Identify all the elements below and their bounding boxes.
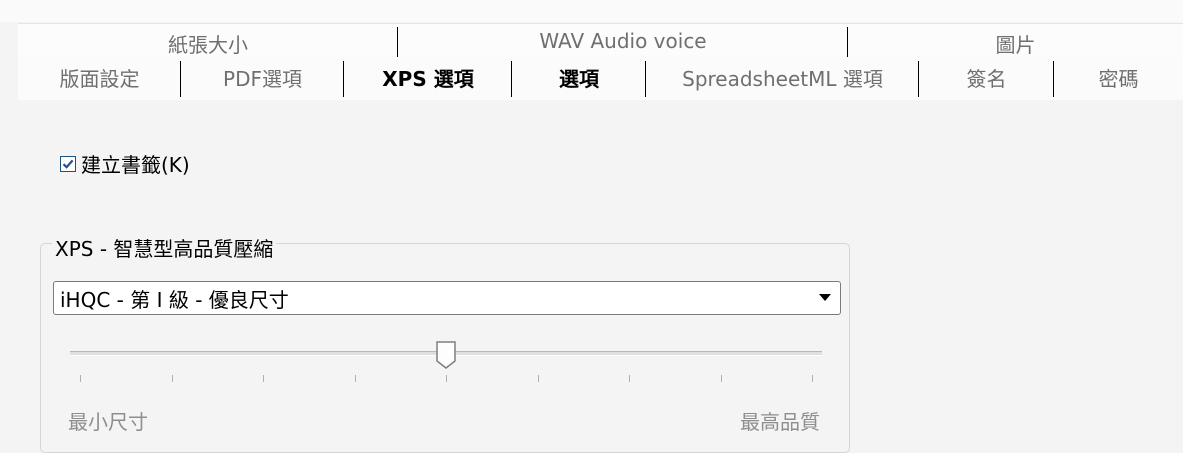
window-top-edge bbox=[0, 0, 1183, 22]
compression-slider-thumb[interactable] bbox=[435, 340, 457, 370]
tab-page-setup[interactable]: 版面設定 bbox=[18, 58, 182, 100]
checkmark-icon bbox=[62, 159, 74, 169]
slider-tick bbox=[629, 375, 630, 382]
slider-tick bbox=[720, 375, 722, 382]
tab-xps-options[interactable]: XPS 選項 bbox=[344, 58, 513, 100]
tab-images[interactable]: 圖片 bbox=[848, 23, 1183, 60]
max-quality-label: 最高品質 bbox=[740, 410, 820, 434]
slider-tick bbox=[537, 375, 539, 382]
tab-paper-size[interactable]: 紙張大小 bbox=[18, 23, 399, 60]
create-bookmarks-label: 建立書籤(K) bbox=[81, 153, 190, 177]
slider-tick bbox=[812, 375, 813, 382]
slider-tick bbox=[80, 375, 81, 382]
tab-pdf-options[interactable]: PDF選項 bbox=[181, 58, 345, 100]
tab-password[interactable]: 密碼 bbox=[1054, 58, 1183, 100]
slider-tick bbox=[446, 375, 447, 382]
slider-tick bbox=[354, 375, 356, 382]
tab-row-front: 版面設定 PDF選項 XPS 選項 選項 SpreadsheetML 選項 簽名… bbox=[18, 58, 1183, 100]
min-size-label: 最小尺寸 bbox=[68, 410, 148, 434]
create-bookmarks-option[interactable]: 建立書籤(K) bbox=[60, 149, 190, 178]
create-bookmarks-checkbox[interactable] bbox=[60, 155, 76, 172]
tab-spreadsheetml-options[interactable]: SpreadsheetML 選項 bbox=[646, 58, 920, 100]
tab-wav-audio-voice[interactable]: WAV Audio voice bbox=[398, 23, 849, 60]
compression-level-value: iHQC - 第 I 級 - 優良尺寸 bbox=[60, 287, 289, 312]
slider-tick bbox=[171, 375, 173, 382]
tab-row-back: 紙張大小 WAV Audio voice 圖片 bbox=[18, 23, 1183, 60]
tab-signature[interactable]: 簽名 bbox=[919, 58, 1055, 100]
tab-options[interactable]: 選項 bbox=[512, 58, 647, 100]
xps-options-panel: 建立書籤(K) XPS - 智慧型高品質壓縮 iHQC - 第 I 級 - 優良… bbox=[0, 100, 1183, 453]
compression-level-dropdown[interactable]: iHQC - 第 I 級 - 優良尺寸 bbox=[53, 281, 841, 315]
compression-group-title: XPS - 智慧型高品質壓縮 bbox=[52, 233, 277, 262]
chevron-down-icon[interactable] bbox=[810, 294, 840, 302]
slider-tick bbox=[263, 375, 264, 382]
